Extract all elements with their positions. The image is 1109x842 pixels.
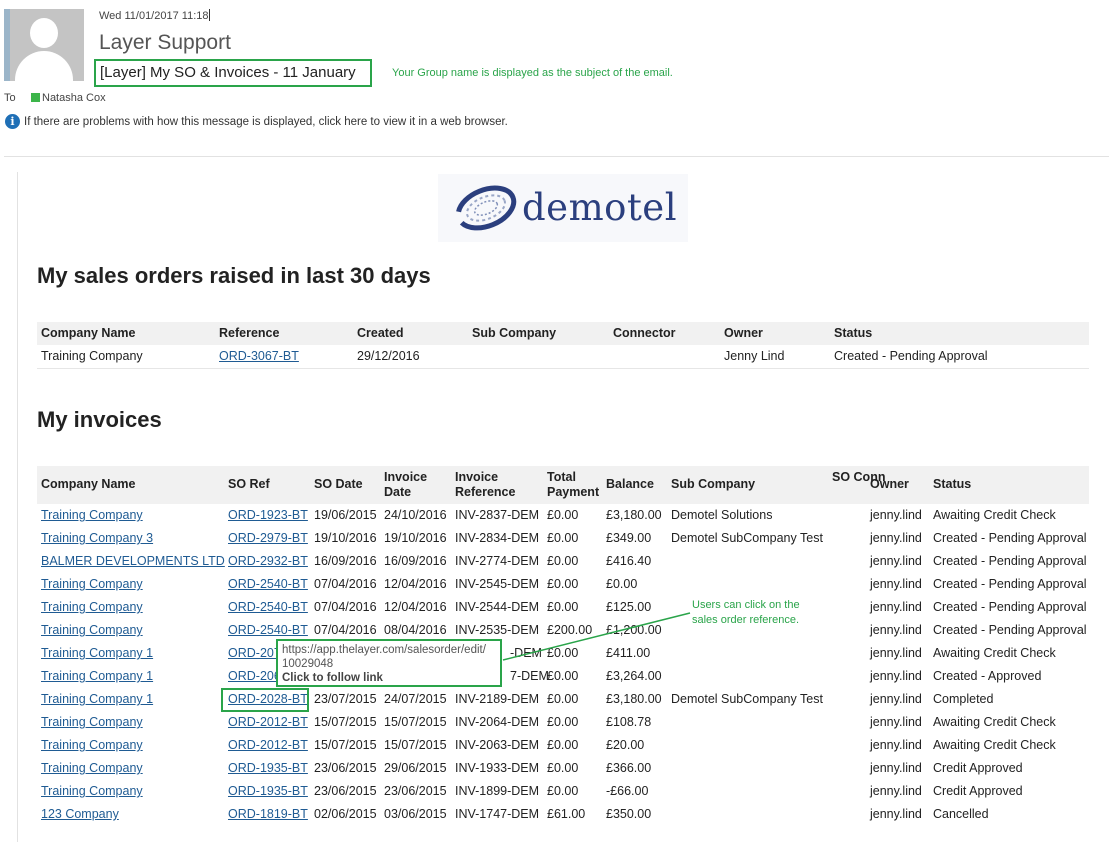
annotation-arrow: [502, 612, 691, 661]
click-annotation: Users can click on the sales order refer…: [692, 599, 800, 626]
